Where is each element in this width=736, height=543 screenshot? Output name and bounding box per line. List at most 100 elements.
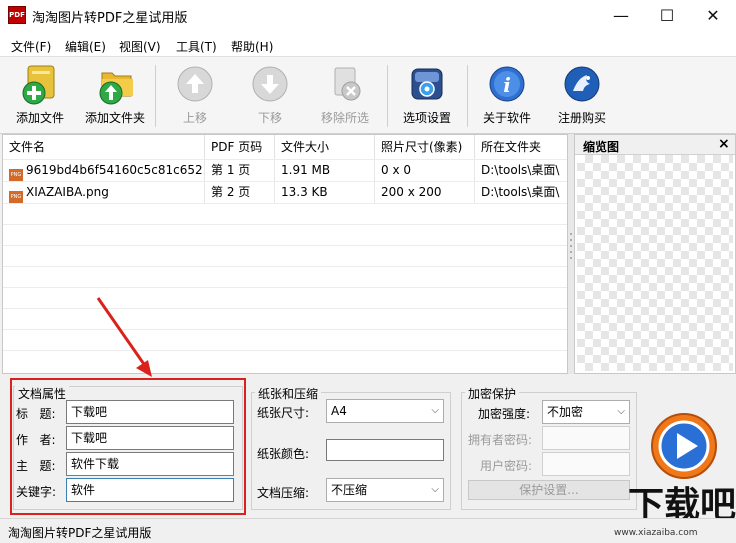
move-down-button[interactable]: 下移 (233, 60, 307, 130)
filename-text: 9619bd4b6f54160c5c81c652... (26, 163, 205, 177)
compress-value: 不压缩 (331, 483, 368, 497)
paper-size-label: 纸张尺寸: (257, 406, 310, 420)
move-down-icon (249, 63, 291, 105)
menu-file[interactable]: 文件(F) (11, 38, 51, 55)
row-divider (3, 350, 567, 351)
annotation-highlight-box (10, 378, 246, 515)
menu-bar: 文件(F) 编辑(E) 视图(V) 工具(T) 帮助(H) (0, 31, 736, 57)
cell-page: 第 2 页 (205, 182, 275, 203)
menu-view[interactable]: 视图(V) (119, 38, 161, 55)
column-header-dimensions[interactable]: 照片尺寸(像素) (375, 135, 475, 159)
column-header-folder[interactable]: 所在文件夹 (475, 135, 567, 159)
about-button[interactable]: i 关于软件 (470, 60, 544, 130)
column-header-size[interactable]: 文件大小 (275, 135, 375, 159)
remove-selected-button[interactable]: 移除所选 (308, 60, 382, 130)
compress-select[interactable]: 不压缩 ⌵ (326, 478, 444, 502)
thumbnail-panel: 缩览图 × (574, 134, 736, 374)
window-title: 淘淘图片转PDF之星试用版 (32, 11, 188, 26)
cell-dimensions: 200 x 200 (375, 182, 475, 203)
maximize-button[interactable]: ☐ (644, 0, 690, 31)
about-label: 关于软件 (482, 111, 531, 125)
svg-text:i: i (503, 73, 511, 97)
status-bar: 淘淘图片转PDF之星试用版 www.xiazaiba.com (0, 518, 736, 543)
app-icon: PDF (8, 6, 26, 24)
row-divider (3, 329, 567, 330)
cell-size: 13.3 KB (275, 182, 375, 203)
title-bar: PDF 淘淘图片转PDF之星试用版 — ☐ ✕ (0, 0, 736, 31)
add-folder-button[interactable]: 添加文件夹 (78, 60, 152, 130)
paper-color-swatch[interactable] (326, 439, 444, 461)
row-divider (3, 287, 567, 288)
row-divider (3, 203, 567, 204)
row-divider (3, 245, 567, 246)
paper-legend: 纸张和压缩 (255, 385, 322, 402)
cell-size: 1.91 MB (275, 160, 375, 181)
play-icon (651, 413, 717, 479)
encrypt-strength-value: 不加密 (547, 405, 584, 419)
thumbnail-preview (577, 155, 733, 371)
file-list[interactable]: 文件名 PDF 页码 文件大小 照片尺寸(像素) 所在文件夹 PNG 9619bd… (2, 134, 568, 374)
table-row[interactable]: PNG 9619bd4b6f54160c5c81c652... 第 1 页 1.9… (3, 160, 567, 181)
close-button[interactable]: ✕ (690, 0, 736, 31)
add-file-icon (19, 63, 61, 105)
cell-filename: PNG XIAZAIBA.png (3, 182, 205, 203)
options-icon (406, 63, 448, 105)
toolbar-separator (467, 65, 468, 127)
move-down-label: 下移 (257, 111, 282, 125)
encrypt-legend: 加密保护 (465, 385, 520, 402)
remove-selected-label: 移除所选 (320, 111, 369, 125)
cell-dimensions: 0 x 0 (375, 160, 475, 181)
move-up-icon (174, 63, 216, 105)
cell-folder: D:\tools\桌面\ (481, 163, 560, 177)
protect-settings-button[interactable]: 保护设置... (468, 480, 630, 500)
options-label: 选项设置 (402, 111, 451, 125)
user-password-label: 用户密码: (480, 459, 533, 473)
menu-help[interactable]: 帮助(H) (231, 38, 273, 55)
owner-password-input[interactable] (542, 426, 630, 450)
status-text: 淘淘图片转PDF之星试用版 (8, 526, 152, 540)
png-file-icon: PNG (9, 169, 23, 181)
column-header-filename[interactable]: 文件名 (3, 135, 205, 159)
user-password-input[interactable] (542, 452, 630, 476)
cell-filename: PNG 9619bd4b6f54160c5c81c652... (3, 160, 205, 181)
add-file-label: 添加文件 (15, 111, 64, 125)
add-folder-label: 添加文件夹 (84, 111, 145, 125)
register-label: 注册购买 (557, 111, 606, 125)
column-header-page[interactable]: PDF 页码 (205, 135, 275, 159)
add-file-button[interactable]: 添加文件 (3, 60, 77, 130)
row-divider (3, 266, 567, 267)
minimize-button[interactable]: — (598, 0, 644, 31)
png-file-icon: PNG (9, 191, 23, 203)
owner-password-label: 拥有者密码: (468, 433, 533, 447)
move-up-label: 上移 (182, 111, 207, 125)
remove-selected-icon (324, 63, 366, 105)
encrypt-strength-label: 加密强度: (478, 407, 531, 421)
add-folder-icon (94, 63, 136, 105)
chevron-down-icon: ⌵ (431, 484, 439, 495)
toolbar-separator (155, 65, 156, 127)
paper-size-value: A4 (331, 404, 347, 418)
menu-tools[interactable]: 工具(T) (176, 38, 217, 55)
register-button[interactable]: 注册购买 (545, 60, 619, 130)
toolbar: 添加文件 添加文件夹 上移 下移 移除所选 选项设置 i 关于软件 注册购买 (0, 57, 736, 134)
start-convert-button[interactable] (650, 412, 718, 480)
encrypt-strength-select[interactable]: 不加密 ⌵ (542, 400, 630, 424)
watermark-url: www.xiazaiba.com (614, 528, 698, 538)
options-button[interactable]: 选项设置 (390, 60, 464, 130)
about-icon: i (486, 63, 528, 105)
filename-text: XIAZAIBA.png (26, 185, 109, 199)
compress-label: 文档压缩: (257, 486, 310, 500)
cell-folder: D:\tools\桌面\ (481, 185, 560, 199)
row-divider (3, 308, 567, 309)
table-row[interactable]: PNG XIAZAIBA.png 第 2 页 13.3 KB 200 x 200 … (3, 182, 567, 203)
cell-page: 第 1 页 (205, 160, 275, 181)
thumbnail-close-icon[interactable]: × (718, 136, 730, 152)
annotation-arrow-icon (96, 297, 152, 377)
paper-color-label: 纸张颜色: (257, 447, 310, 461)
move-up-button[interactable]: 上移 (158, 60, 232, 130)
register-icon (561, 63, 603, 105)
toolbar-separator (387, 65, 388, 127)
paper-size-select[interactable]: A4 ⌵ (326, 399, 444, 423)
row-divider (3, 224, 567, 225)
menu-edit[interactable]: 编辑(E) (65, 38, 106, 55)
